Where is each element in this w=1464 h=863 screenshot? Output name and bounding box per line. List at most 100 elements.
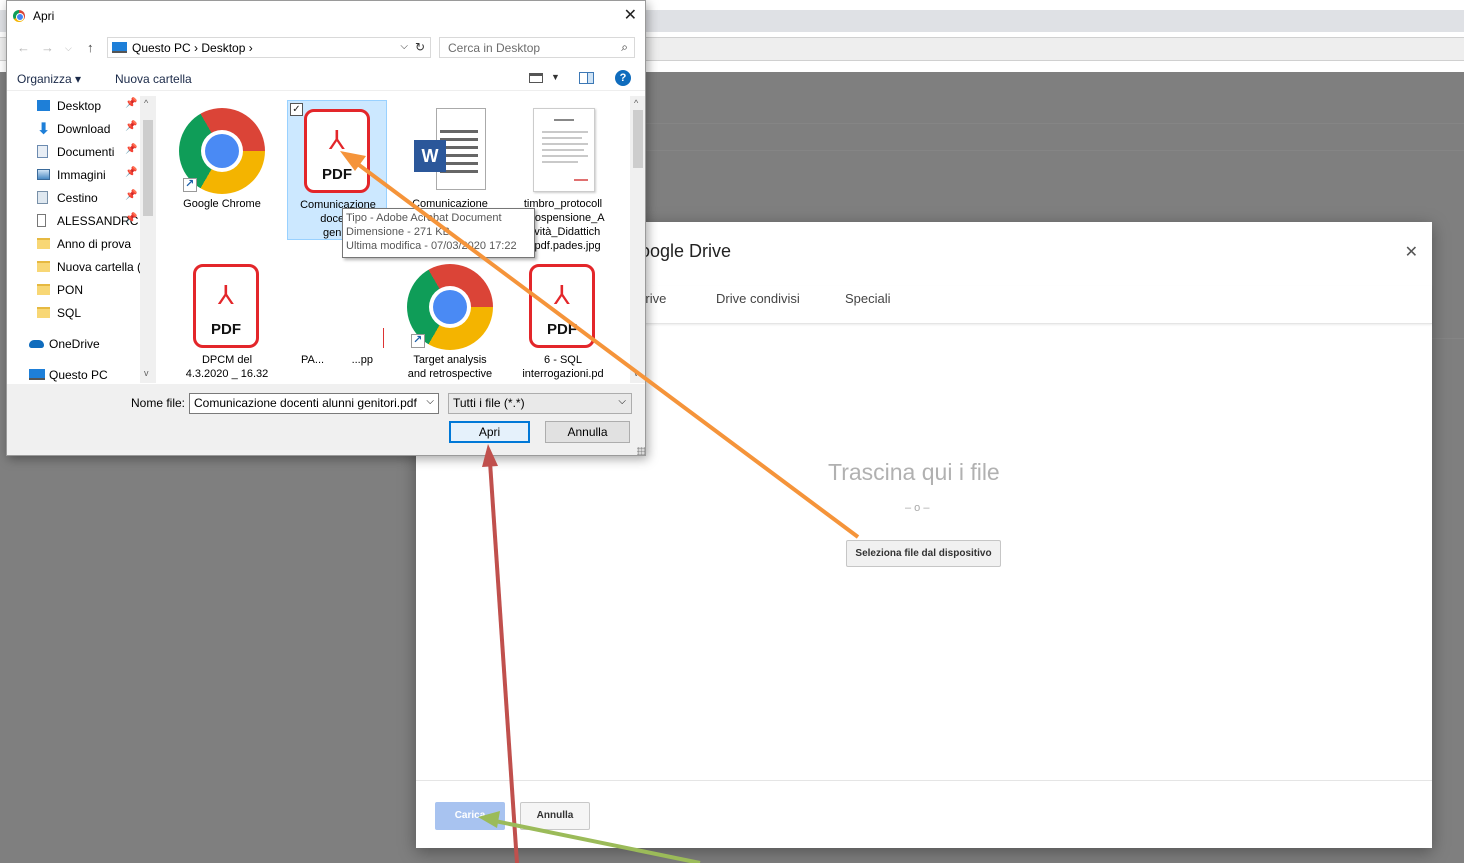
divider: [416, 780, 1432, 781]
upload-button[interactable]: Carica: [435, 802, 505, 830]
filename-label: Nome file:: [131, 396, 186, 410]
search-icon[interactable]: ⌕: [621, 40, 628, 55]
up-arrow-icon[interactable]: ↑: [87, 40, 94, 55]
drop-zone-text: Trascina qui i file: [828, 459, 1000, 485]
filetype-value: Tutti i file (*.*): [453, 396, 525, 410]
refresh-icon[interactable]: ↻: [415, 40, 425, 54]
sidebar-item-anno-di-prova[interactable]: Anno di prova: [7, 234, 147, 256]
sidebar-item-alessandrc[interactable]: ALESSANDRC 📌: [7, 211, 147, 233]
back-arrow-icon[interactable]: ←: [17, 40, 30, 55]
pdf-icon: ⅄ PDF: [304, 109, 370, 193]
folder-icon: [37, 307, 50, 318]
desktop-icon: [37, 100, 50, 111]
chevron-down-icon[interactable]: ⌵: [618, 396, 626, 407]
shortcut-arrow-icon: [411, 333, 425, 348]
chevron-down-icon[interactable]: ▼: [551, 72, 560, 82]
file-grid-scrollbar[interactable]: ^ v: [630, 96, 645, 383]
open-button[interactable]: Apri: [449, 421, 530, 443]
sidebar-item-questo-pc[interactable]: Questo PC: [7, 365, 139, 383]
search-placeholder: Cerca in Desktop: [448, 41, 541, 55]
help-icon[interactable]: ?: [615, 70, 631, 86]
scroll-up-icon[interactable]: ^: [144, 98, 148, 108]
scrollbar-thumb[interactable]: [633, 110, 643, 168]
file-item-target-analysis[interactable]: Target analysis and retrospective: [400, 256, 500, 383]
file-tooltip: Tipo - Adobe Acrobat Document Dimensione…: [342, 208, 535, 258]
scrollbar-thumb[interactable]: [143, 120, 153, 216]
address-bar[interactable]: Questo PC › Desktop › ⌵ ↻: [107, 37, 431, 58]
download-icon: ⬇: [37, 121, 51, 138]
tooltip-size: Dimensione - 271 KB: [346, 226, 450, 238]
file-item-partial[interactable]: PA... ...pp: [287, 256, 387, 383]
folder-icon: [37, 261, 50, 272]
filetype-select[interactable]: Tutti i file (*.*) ⌵: [448, 393, 632, 414]
forward-arrow-icon[interactable]: →: [41, 40, 54, 55]
pin-icon: 📌: [125, 213, 138, 224]
computer-icon: [29, 369, 45, 380]
filename-input[interactable]: Comunicazione docenti alunni genitori.pd…: [189, 393, 439, 414]
pdf-icon: ⅄ PDF: [193, 264, 259, 348]
close-icon[interactable]: ✕: [624, 5, 637, 25]
view-options-icon[interactable]: [529, 73, 543, 83]
new-folder-button[interactable]: Nuova cartella: [115, 72, 192, 86]
file-item-sql-pdf[interactable]: ⅄ PDF 6 - SQL interrogazioni.pd: [513, 256, 613, 383]
recent-dropdown-icon[interactable]: ⌵: [65, 43, 72, 54]
tab-shared-drives[interactable]: Drive condivisi: [716, 291, 800, 306]
close-icon[interactable]: ✕: [1405, 242, 1418, 262]
pin-icon: 📌: [125, 144, 138, 155]
sidebar-item-onedrive[interactable]: OneDrive: [7, 334, 139, 356]
cloud-icon: [29, 340, 44, 348]
dialog-titlebar[interactable]: Apri ✕: [7, 1, 645, 33]
shortcut-arrow-icon: [183, 177, 197, 192]
word-icon: W: [414, 108, 488, 192]
scroll-down-icon[interactable]: v: [634, 368, 639, 378]
dialog-footer: Nome file: Comunicazione docenti alunni …: [7, 384, 645, 455]
select-file-button[interactable]: Seleziona file dal dispositivo: [846, 540, 1001, 567]
checkbox-icon[interactable]: ✓: [290, 103, 303, 116]
pin-icon: 📌: [125, 98, 138, 109]
divider: [645, 123, 1464, 124]
cancel-button[interactable]: Annulla: [545, 421, 630, 443]
dialog-toolbar: Organizza ▾ Nuova cartella ▼ ?: [7, 67, 645, 91]
file-item-dpcm-pdf[interactable]: ⅄ PDF DPCM del 4.3.2020 _ 16.32: [177, 256, 277, 383]
tooltip-modified: Ultima modifica - 07/03/2020 17:22: [346, 240, 517, 252]
computer-icon: [112, 42, 127, 53]
sidebar-item-nuova-cartella[interactable]: Nuova cartella (3: [7, 257, 148, 279]
file-item-google-chrome[interactable]: Google Chrome: [172, 100, 272, 248]
sidebar-item-cestino[interactable]: Cestino 📌: [7, 188, 147, 210]
folder-icon: [37, 284, 50, 295]
file-icon: [37, 214, 46, 227]
sidebar-item-download[interactable]: ⬇ Download 📌: [7, 119, 147, 141]
cancel-button[interactable]: Annulla: [520, 802, 590, 830]
preview-pane-icon[interactable]: [579, 72, 594, 84]
pin-icon: 📌: [125, 121, 138, 132]
drop-zone-or: – o –: [905, 502, 930, 514]
pin-icon: 📌: [125, 190, 138, 201]
tab-starred[interactable]: Speciali: [845, 291, 891, 306]
sidebar-item-immagini[interactable]: Immagini 📌: [7, 165, 147, 187]
pdf-icon: ⅄ PDF: [529, 264, 595, 348]
dialog-title: Apri: [33, 9, 55, 23]
sidebar-item-pon[interactable]: PON: [7, 280, 147, 302]
chevron-down-icon[interactable]: ⌵: [426, 396, 434, 407]
divider: [645, 150, 1464, 151]
thumbnail-edge: [383, 328, 384, 348]
documents-icon: [37, 145, 48, 158]
navigation-scrollbar[interactable]: ^ v: [140, 96, 156, 383]
image-thumbnail-icon: [533, 108, 595, 192]
organize-menu[interactable]: Organizza ▾: [17, 72, 81, 86]
pictures-icon: [37, 169, 50, 180]
search-input[interactable]: Cerca in Desktop ⌕: [439, 37, 635, 58]
breadcrumb[interactable]: Questo PC › Desktop ›: [132, 41, 253, 55]
sidebar-item-desktop[interactable]: Desktop 📌: [7, 96, 147, 118]
scroll-up-icon[interactable]: ^: [634, 98, 638, 108]
resize-grip[interactable]: [637, 447, 645, 455]
sidebar-item-sql[interactable]: SQL: [7, 303, 147, 325]
recycle-bin-icon: [37, 191, 48, 204]
scroll-down-icon[interactable]: v: [144, 368, 149, 378]
navigation-pane: Desktop 📌 ⬇ Download 📌 Documenti 📌 Immag…: [7, 96, 157, 383]
pin-icon: 📌: [125, 167, 138, 178]
chevron-down-icon[interactable]: ⌵: [400, 41, 408, 52]
filename-value: Comunicazione docenti alunni genitori.pd…: [194, 396, 417, 410]
folder-icon: [37, 238, 50, 249]
sidebar-item-documenti[interactable]: Documenti 📌: [7, 142, 147, 164]
